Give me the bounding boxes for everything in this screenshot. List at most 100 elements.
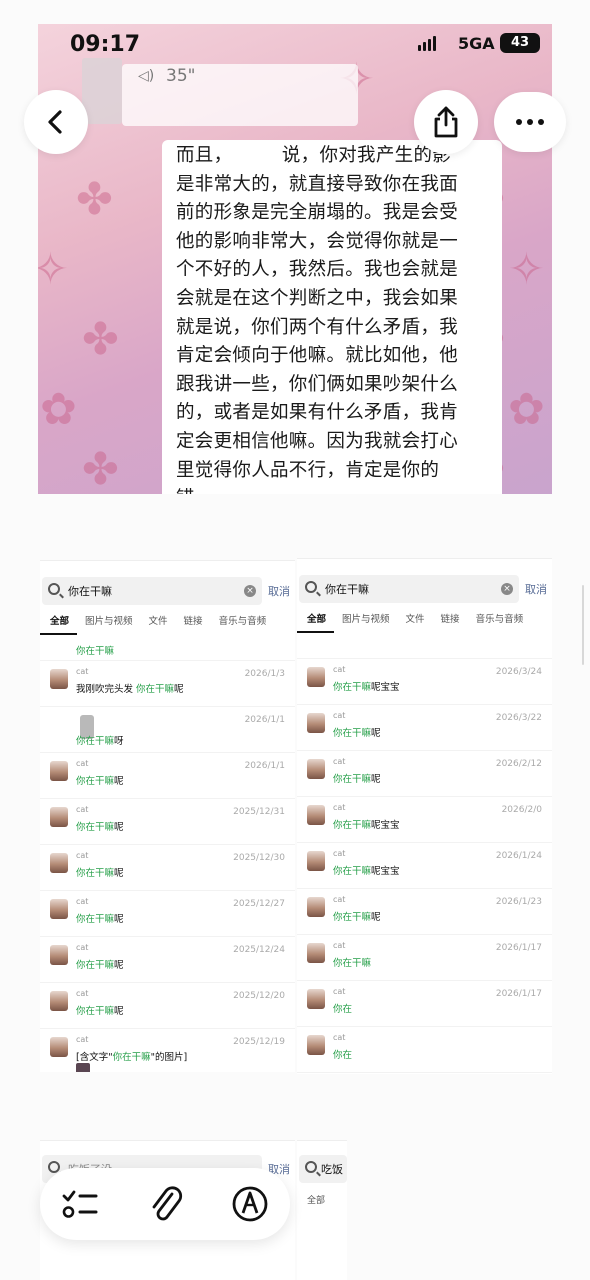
snippet-text: 呢: [114, 776, 124, 787]
avatar: [307, 989, 325, 1009]
battery-indicator: 43: [500, 33, 540, 53]
clear-icon[interactable]: ×: [501, 583, 513, 595]
search-result-row[interactable]: cat 你在干嘛 2026/1/17: [297, 935, 552, 981]
tab-media[interactable]: 图片与视频: [77, 613, 141, 635]
tab-files[interactable]: 文件: [398, 611, 433, 633]
snippet-text: "的图片]: [150, 1052, 188, 1063]
keyword-highlight: 你在干嘛: [333, 682, 372, 693]
message-date: 2025/12/30: [233, 853, 285, 863]
message-snippet: 你在干嘛呢: [76, 773, 124, 787]
tab-files[interactable]: 文件: [141, 613, 176, 635]
share-button[interactable]: [414, 90, 478, 154]
search-result-row[interactable]: cat 你在 2026/1/17: [297, 981, 552, 1027]
sender-name: cat: [333, 711, 346, 720]
checklist-button[interactable]: [58, 1182, 102, 1226]
snippet-text: 呢: [371, 774, 381, 785]
tab-links[interactable]: 链接: [433, 611, 468, 633]
keyword-highlight: 你在干嘛: [333, 728, 372, 739]
search-result-row[interactable]: cat 你在干嘛呢 2025/12/20: [40, 983, 295, 1029]
search-result-row[interactable]: cat 你在干嘛呢 2026/1/23: [297, 889, 552, 935]
avatar: [307, 667, 325, 687]
message-snippet: 你在干嘛呢: [333, 771, 381, 785]
message-snippet: 你在干嘛: [76, 643, 114, 657]
avatar: [50, 853, 68, 873]
tab-all[interactable]: 全部: [307, 1193, 325, 1206]
search-result-row[interactable]: cat 你在干嘛呢 2025/12/31: [40, 799, 295, 845]
message-date: 2026/1/17: [495, 943, 542, 953]
message-date: 2025/12/31: [233, 807, 285, 817]
sender-name: cat: [333, 987, 346, 996]
image-thumbnail[interactable]: [76, 1063, 90, 1072]
search-result-row[interactable]: cat 你在干嘛呢 2026/3/22: [297, 705, 552, 751]
search-bar: 吃饭: [297, 1155, 347, 1185]
keyword-highlight: 你在干嘛: [333, 912, 372, 923]
search-result-row[interactable]: cat 你在干嘛呢宝宝 2026/3/24: [297, 659, 552, 705]
avatar: [50, 669, 68, 689]
avatar: [50, 1037, 68, 1057]
search-result-row[interactable]: cat 你在干嘛呢 2026/2/12: [297, 751, 552, 797]
network-type: 5GA: [458, 34, 495, 53]
search-result-row[interactable]: cat 你在干嘛呢 2025/12/30: [40, 845, 295, 891]
search-result-row[interactable]: cat 你在干嘛呢 2025/12/24: [40, 937, 295, 983]
transcript-text: 而且， 说，你对我产生的影 是非常大的，就直接导致你在我面 前的形象是完全崩塌的…: [176, 145, 459, 494]
tab-audio[interactable]: 音乐与音频: [211, 613, 275, 635]
search-result-row[interactable]: [297, 637, 552, 659]
tab-audio[interactable]: 音乐与音频: [468, 611, 532, 633]
search-result-row[interactable]: cat 你在干嘛呢宝宝 2026/1/24: [297, 843, 552, 889]
search-result-row[interactable]: cat 你在干嘛呢 2025/12/27: [40, 891, 295, 937]
more-dot-icon: [516, 119, 522, 125]
message-snippet: 你在干嘛呢: [76, 865, 124, 879]
snippet-text: 呢: [371, 728, 381, 739]
avatar: [307, 1035, 325, 1055]
markup-button[interactable]: [228, 1182, 272, 1226]
flower-pattern-icon: ✿: [40, 384, 77, 435]
search-result-row[interactable]: 你在干嘛呀 2026/1/1: [40, 707, 295, 753]
more-dot-icon: [527, 119, 533, 125]
sender-name: cat: [76, 897, 89, 906]
keyword-highlight: 你在干嘛: [333, 774, 372, 785]
scrollbar[interactable]: [582, 585, 584, 665]
search-result-row[interactable]: 你在干嘛: [40, 639, 295, 661]
search-tabs: 全部 图片与视频 文件 链接 音乐与音频: [40, 613, 295, 635]
tab-all[interactable]: 全部: [40, 613, 78, 635]
search-bar: 你在干嘛 × 取消: [297, 575, 552, 605]
attachment-button[interactable]: [144, 1182, 188, 1226]
flower-pattern-icon: ✧: [38, 244, 69, 295]
search-query: 你在干嘛: [325, 583, 369, 596]
sender-avatar-blurred: [82, 58, 122, 124]
tab-links[interactable]: 链接: [176, 613, 211, 635]
more-options-button[interactable]: [494, 92, 566, 152]
voice-message-bubble[interactable]: [122, 64, 358, 126]
keyword-highlight: 你在干嘛: [76, 914, 115, 925]
search-result-row[interactable]: cat 你在: [297, 1027, 552, 1073]
avatar: [307, 897, 325, 917]
snippet-text: [含文字": [76, 1052, 113, 1063]
search-result-row[interactable]: cat 你在干嘛呢 2026/1/1: [40, 753, 295, 799]
chevron-left-icon: [48, 110, 62, 134]
checklist-icon: [62, 1190, 98, 1218]
message-snippet: 你在干嘛呢: [76, 819, 124, 833]
search-screenshot-bottom-right: 吃饭 全部: [297, 1140, 347, 1280]
message-snippet: 你在干嘛呢宝宝: [333, 679, 400, 693]
avatar: [50, 945, 68, 965]
snippet-text: 呢宝宝: [371, 866, 400, 877]
cancel-button[interactable]: 取消: [268, 583, 290, 599]
search-result-row[interactable]: cat 我刚吹完头发 你在干嘛呢 2026/1/3: [40, 661, 295, 707]
search-result-row[interactable]: cat [含文字"你在干嘛"的图片] 2025/12/19: [40, 1029, 295, 1072]
sender-name: cat: [333, 895, 346, 904]
clear-icon[interactable]: ×: [244, 585, 256, 597]
back-button[interactable]: [24, 90, 88, 154]
snippet-text: 呢: [114, 1006, 124, 1017]
avatar: [307, 943, 325, 963]
keyword-highlight: 你在干嘛: [76, 868, 115, 879]
message-snippet: 你在干嘛呢: [76, 957, 124, 971]
cancel-button[interactable]: 取消: [525, 581, 547, 597]
tab-media[interactable]: 图片与视频: [334, 611, 398, 633]
keyword-highlight: 你在干嘛: [76, 1006, 115, 1017]
message-snippet: 你在: [333, 1047, 352, 1061]
tab-all[interactable]: 全部: [297, 611, 335, 633]
cropped-top-text: [40, 0, 160, 12]
sender-name: cat: [76, 805, 89, 814]
flower-pattern-icon: ✤: [82, 444, 119, 494]
search-result-row[interactable]: cat 你在干嘛呢宝宝 2026/2/0: [297, 797, 552, 843]
